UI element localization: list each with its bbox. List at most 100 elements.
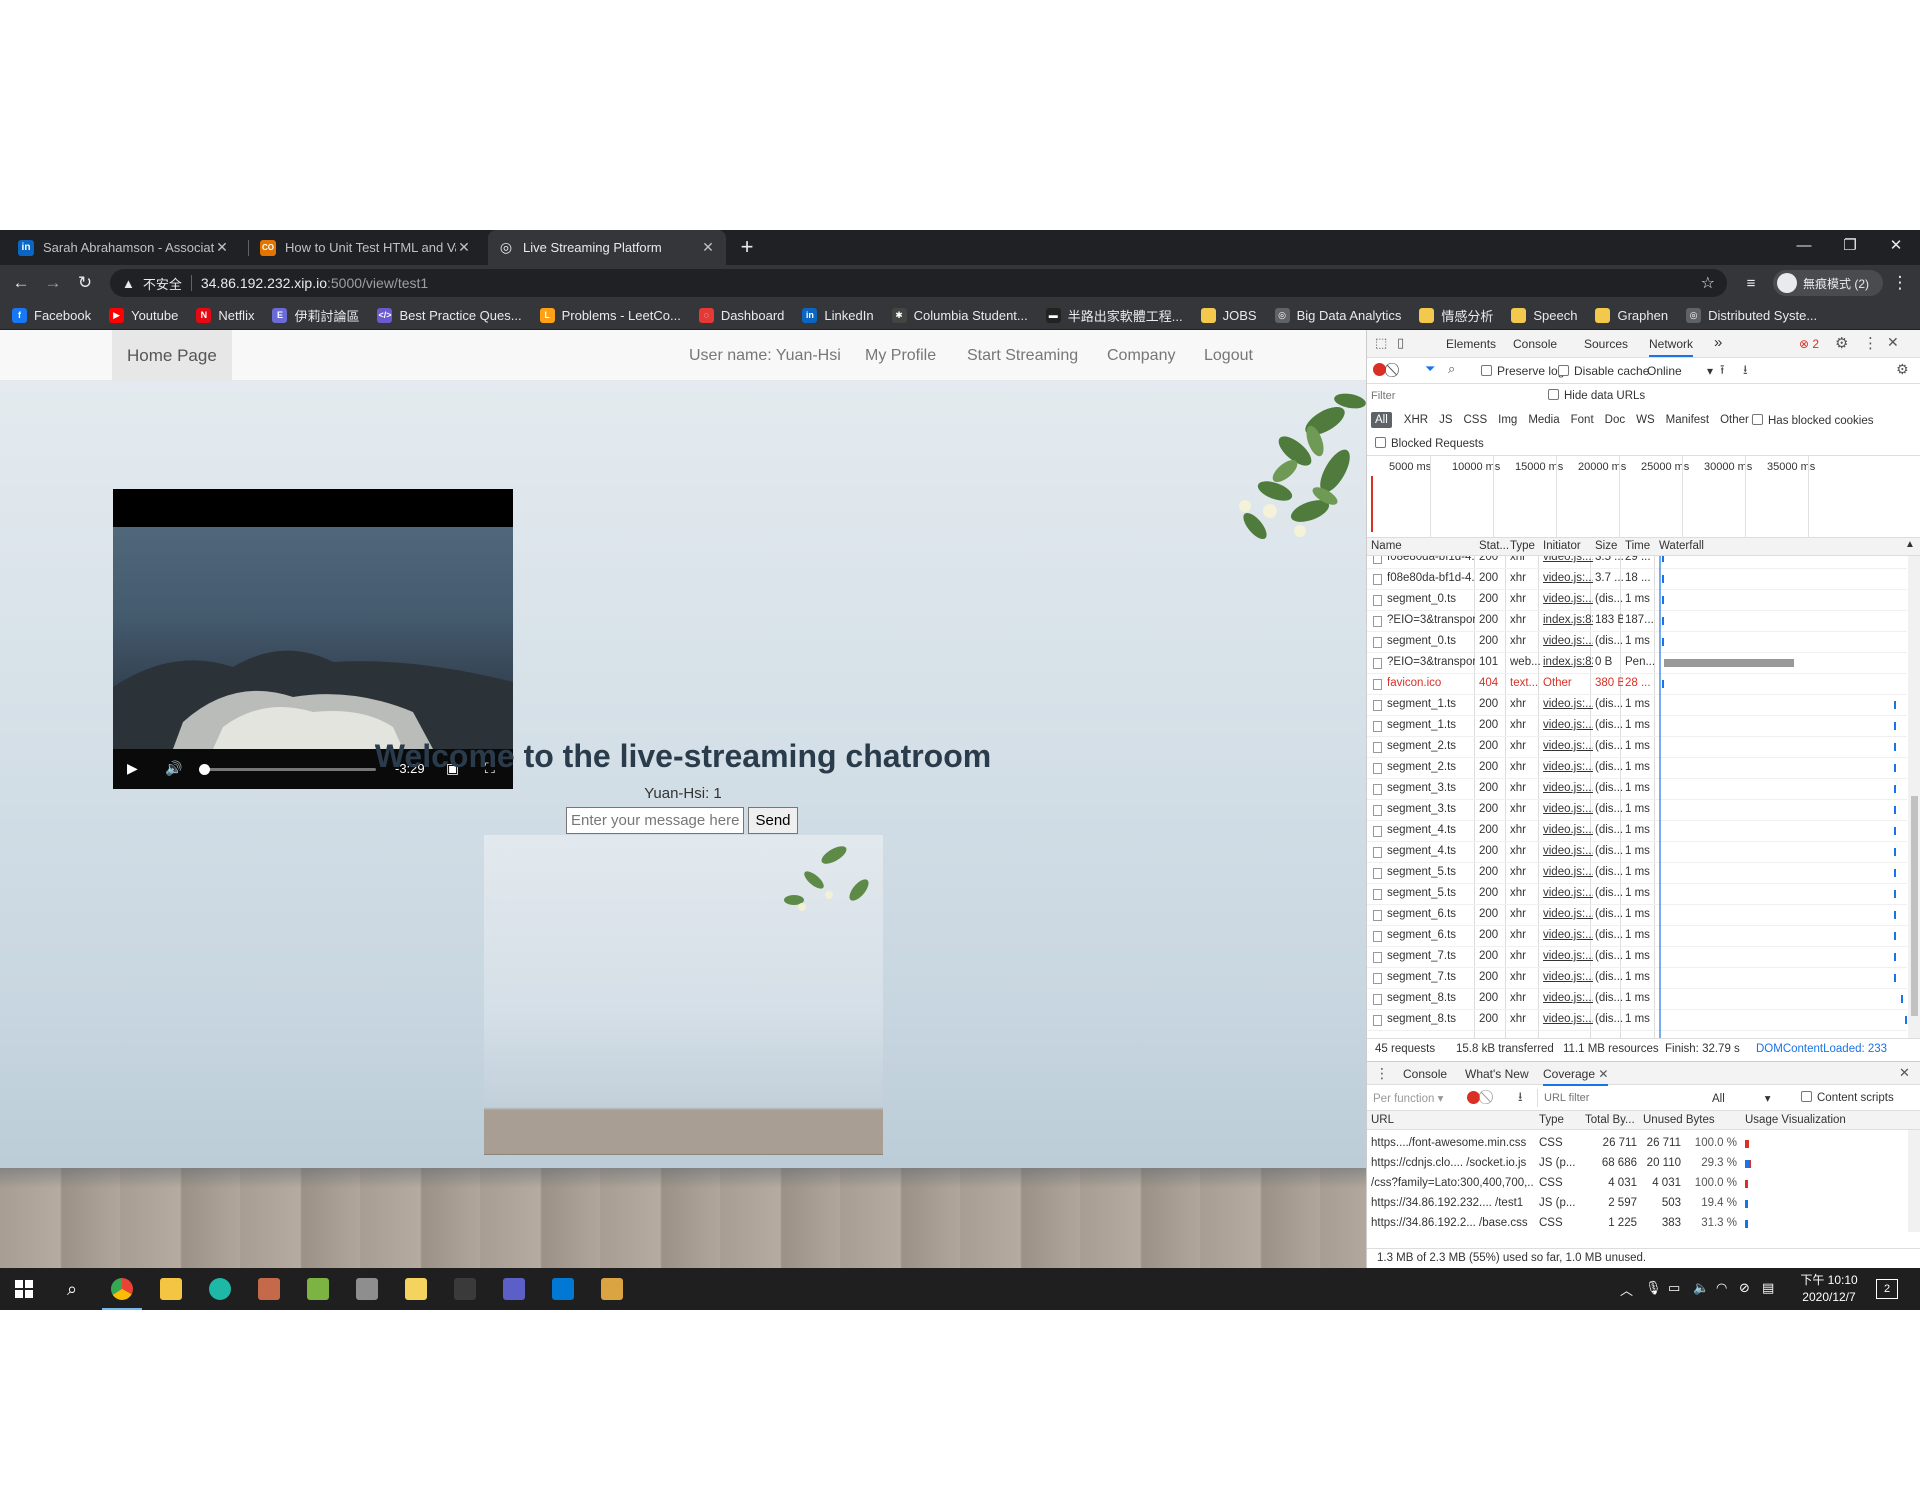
my-profile-link[interactable]: My Profile [865,330,936,381]
request-initiator[interactable]: video.js:... [1543,929,1593,941]
record-icon[interactable] [1373,363,1386,376]
request-initiator[interactable]: video.js:... [1543,803,1593,815]
taskbar-app-teams[interactable] [490,1268,538,1310]
request-initiator[interactable]: video.js:... [1543,698,1593,710]
coverage-column-visualization[interactable]: Usage Visualization [1745,1114,1846,1126]
tab-elements[interactable]: Elements [1446,337,1496,351]
close-window-button[interactable]: ✕ [1873,230,1919,260]
bookmark-item[interactable]: ▬ 半路出家軟體工程... [1045,306,1183,325]
request-row[interactable]: segment_4.ts 200 xhr video.js:... (dis... 1 m… [1367,842,1907,863]
request-initiator[interactable]: video.js:... [1543,887,1593,899]
request-initiator[interactable]: video.js:... [1543,572,1593,584]
request-initiator[interactable]: video.js:... [1543,761,1593,773]
bookmark-item[interactable]: f Facebook [12,307,91,323]
coverage-row[interactable]: https://cdnjs.clo.... /socket.io.js JS (p… [1367,1154,1907,1174]
coverage-row[interactable]: https..../font-awesome.min.css CSS 26 711 2… [1367,1134,1907,1154]
request-row[interactable]: segment_0.ts 200 xhr video.js:... (dis... 1 m… [1367,590,1907,611]
request-initiator[interactable]: video.js:... [1543,1013,1593,1025]
column-type[interactable]: Type [1510,540,1535,552]
request-row[interactable]: segment_1.ts 200 xhr video.js:... (dis... 1 m… [1367,716,1907,737]
speaker-icon[interactable]: 🔈 [1693,1280,1709,1296]
settings-icon[interactable]: ⚙ [1835,334,1848,352]
tab-sources[interactable]: Sources [1584,337,1628,351]
column-status[interactable]: Stat... [1479,540,1509,552]
column-name[interactable]: Name [1371,540,1402,552]
no-entry-icon[interactable]: ⊘ [1739,1280,1750,1296]
error-count-badge[interactable]: ⊗ 2 [1799,337,1819,351]
type-filter-manifest[interactable]: Manifest [1662,412,1713,428]
more-tabs-icon[interactable]: » [1714,334,1722,351]
notification-center-button[interactable]: 2 [1876,1279,1898,1299]
request-row[interactable]: segment_2.ts 200 xhr video.js:... (dis... 1 m… [1367,758,1907,779]
drawer-menu-icon[interactable]: ⋮ [1375,1065,1389,1082]
request-initiator[interactable]: video.js:... [1543,740,1593,752]
request-row[interactable]: segment_3.ts 200 xhr video.js:... (dis... 1 m… [1367,779,1907,800]
hide-data-urls-checkbox[interactable]: Hide data URLs [1548,389,1645,402]
wifi-icon[interactable]: ◠ [1716,1280,1727,1296]
request-initiator[interactable]: video.js:... [1543,824,1593,836]
battery-icon[interactable]: ▭ [1668,1280,1680,1296]
bookmark-item[interactable]: JOBS [1200,307,1257,323]
coverage-record-icon[interactable] [1467,1091,1480,1104]
tab-linkedin[interactable]: in Sarah Abrahamson - Associate ✕ [8,230,240,265]
message-input[interactable] [566,807,744,834]
bookmark-item[interactable]: E 伊莉討論區 [272,306,359,325]
taskbar-app-notepad-plus[interactable] [294,1268,342,1310]
warning-icon[interactable]: ▲ [122,276,135,291]
scrollbar-thumb[interactable] [1911,796,1918,1016]
taskbar-app-photos[interactable] [343,1268,391,1310]
column-waterfall[interactable]: Waterfall [1659,540,1704,552]
request-row[interactable]: ?EIO=3&transpor... 200 xhr index.js:83183 B… [1367,611,1907,632]
insecure-label[interactable]: 不安全 [143,274,182,293]
close-tab-icon[interactable]: ✕ [456,239,472,256]
type-filter-all[interactable]: All [1371,412,1392,428]
reload-icon[interactable]: ↻ [73,271,97,295]
taskbar-app-chrome[interactable] [98,1268,146,1310]
coverage-row[interactable]: https://34.86.192.232.... /test1 JS (p...… [1367,1194,1907,1214]
microphone-icon[interactable]: 🎙 [1645,1280,1662,1296]
request-row[interactable]: segment_4.ts 200 xhr video.js:... (dis... 1 m… [1367,821,1907,842]
bookmark-item[interactable]: ◎ Big Data Analytics [1274,307,1401,323]
bookmark-item[interactable]: ◎ Distributed Syste... [1686,307,1817,323]
type-filter-other[interactable]: Other [1716,412,1753,428]
seek-knob[interactable] [199,764,210,775]
export-har-icon[interactable]: ⭳ [1743,361,1748,383]
taskbar-app-vscode-like[interactable] [245,1268,293,1310]
table-scrollbar[interactable] [1908,556,1920,1038]
type-filter-font[interactable]: Font [1567,412,1598,428]
filter-icon[interactable]: ⏷ [1425,361,1435,377]
tab-colab[interactable]: CO How to Unit Test HTML and Va ✕ [250,230,482,265]
request-initiator[interactable]: video.js:... [1543,950,1593,962]
bookmark-item[interactable]: Graphen [1595,307,1668,323]
close-drawer-icon[interactable]: ✕ [1899,1065,1910,1081]
type-filter-img[interactable]: Img [1494,412,1521,428]
request-row[interactable]: ?EIO=3&transpor... 101 web...index.js:830 … [1367,653,1907,674]
search-button[interactable]: ⌕ [48,1268,96,1310]
clock[interactable]: 下午 10:10 2020/12/7 [1797,1272,1861,1306]
home-page-link[interactable]: Home Page [112,330,232,381]
type-filter-js[interactable]: JS [1435,412,1456,428]
request-initiator[interactable]: Other [1543,677,1593,689]
bookmark-item[interactable]: ✱ Columbia Student... [891,307,1028,323]
close-tab-icon[interactable]: ✕ [700,239,716,256]
type-filter-xhr[interactable]: XHR [1400,412,1432,428]
column-initiator[interactable]: Initiator [1543,540,1581,552]
request-initiator[interactable]: index.js:83 [1543,656,1593,668]
minimize-button[interactable]: — [1781,230,1827,260]
request-row[interactable]: f08e80da-bf1d-4... 200 xhr video.js:... 3.7 … [1367,569,1907,590]
drawer-tab-whats-new[interactable]: What's New [1465,1067,1529,1081]
coverage-type-select[interactable]: All ▾ [1712,1091,1771,1105]
disable-cache-checkbox[interactable]: Disable cache [1558,364,1649,378]
star-icon[interactable]: ☆ [1701,273,1715,293]
volume-icon[interactable]: 🔊 [165,760,182,777]
media-control-icon[interactable]: ≡ [1739,271,1763,295]
taskbar-app-terminal[interactable] [441,1268,489,1310]
coverage-export-icon[interactable]: ⭳ [1518,1088,1523,1110]
throttle-select[interactable]: Online ▾ [1647,364,1713,378]
request-row[interactable]: segment_5.ts 200 xhr video.js:... (dis... 1 m… [1367,863,1907,884]
request-initiator[interactable]: video.js:... [1543,971,1593,983]
maximize-button[interactable]: ❐ [1827,230,1873,260]
request-initiator[interactable]: video.js:... [1543,635,1593,647]
back-icon[interactable]: ← [9,271,33,295]
sort-icon[interactable]: ▲ [1905,539,1915,550]
